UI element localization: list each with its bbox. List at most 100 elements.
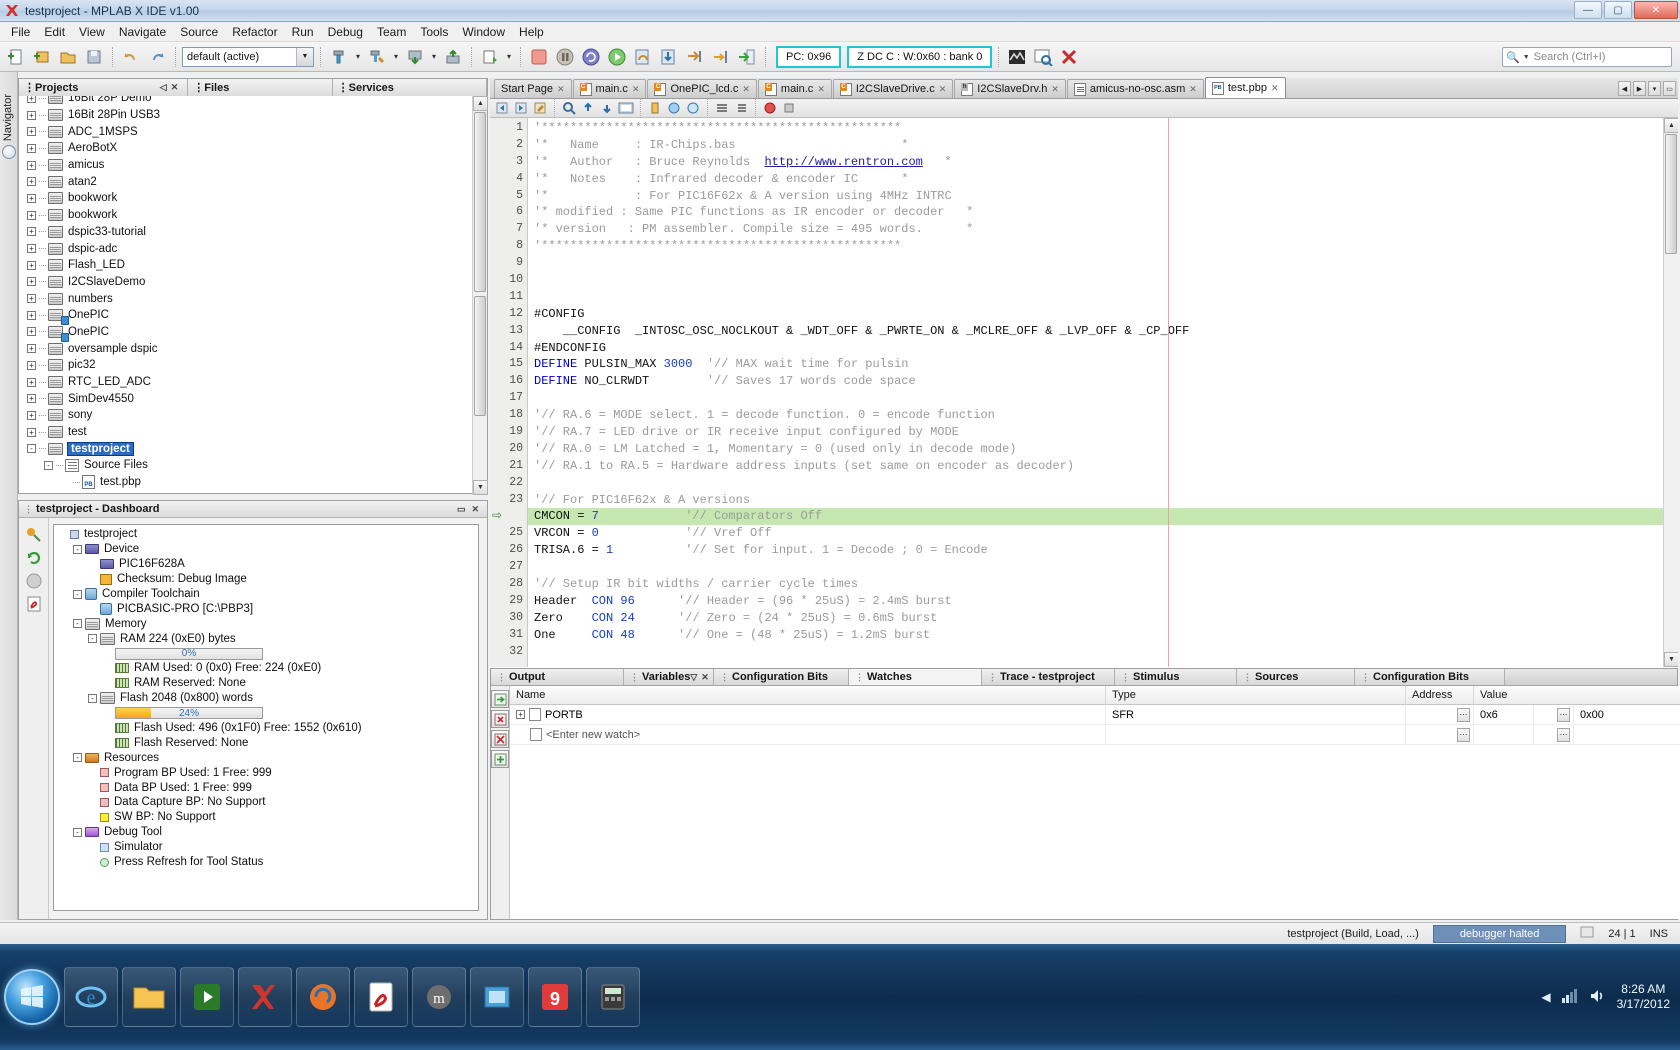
search-input[interactable]: 🔍 ▼ Search (Ctrl+I) — [1502, 47, 1672, 67]
close-tab-icon[interactable]: ✕ — [817, 84, 825, 95]
find-next-icon[interactable] — [598, 100, 616, 117]
tree-expander-icon[interactable]: - — [73, 619, 82, 628]
tree-expander-icon[interactable]: + — [27, 378, 36, 387]
line-number-gutter[interactable]: 1234567891011121314151617181920212223⇨25… — [490, 118, 528, 667]
tree-expander-icon[interactable]: - — [44, 461, 53, 470]
projects-scroll-thumb-2[interactable] — [474, 296, 486, 416]
tree-item[interactable]: +Flash_LED — [19, 257, 487, 274]
watch-address-cell[interactable] — [1474, 725, 1534, 745]
editor-tab-onepic-lcd-c[interactable]: OnePIC_lcd.c✕ — [647, 79, 756, 98]
close-tab-icon[interactable]: ✕ — [632, 84, 640, 95]
open-project-icon[interactable] — [56, 45, 80, 69]
code-line[interactable]: '// RA.1 to RA.5 = Hardware address inpu… — [528, 458, 1663, 475]
tree-expander-icon[interactable]: + — [27, 327, 36, 336]
ellipsis-icon[interactable]: ⋯ — [1457, 728, 1470, 742]
close-panel-icon[interactable]: ✕ — [471, 504, 479, 515]
tree-expander-icon[interactable]: + — [27, 127, 36, 136]
reset-icon[interactable] — [579, 45, 603, 69]
dashboard-tree-item[interactable]: PICBASIC-PRO [C:\PBP3] — [54, 601, 478, 616]
pause-icon[interactable] — [553, 45, 577, 69]
watch-address-ellipsis[interactable]: ⋯ — [1406, 705, 1474, 725]
code-line[interactable]: '* version : PM assembler. Compile size … — [528, 221, 1663, 238]
editor-scroll-thumb[interactable] — [1665, 134, 1677, 254]
menu-edit[interactable]: Edit — [37, 23, 72, 41]
code-line[interactable]: '// RA.0 = LM Latched = 1, Momentary = 0… — [528, 441, 1663, 458]
dashboard-tree-item[interactable]: testproject — [54, 527, 478, 542]
refresh-icon[interactable] — [24, 548, 44, 568]
insert-mode[interactable]: INS — [1650, 928, 1668, 940]
menu-view[interactable]: View — [72, 23, 112, 41]
tree-item[interactable]: +bookwork — [19, 207, 487, 224]
tree-item[interactable]: +OnePIC — [19, 324, 487, 341]
debug-dropdown-icon[interactable]: ▾ — [504, 52, 514, 61]
menu-source[interactable]: Source — [173, 23, 225, 41]
close-tab-icon[interactable]: ✕ — [1051, 84, 1059, 95]
dashboard-tree-item[interactable]: -Memory — [54, 616, 478, 631]
tree-item[interactable]: PBtest.pbp — [19, 474, 487, 491]
close-tab-icon[interactable]: ✕ — [557, 84, 565, 95]
read-device-icon[interactable] — [441, 45, 465, 69]
code-line[interactable]: Zero CON 24 '// Zero = (24 * 25uS) = 0.6… — [528, 610, 1663, 627]
start-orb[interactable] — [4, 969, 60, 1025]
code-line[interactable] — [528, 272, 1663, 289]
tree-item[interactable]: +dspic33-tutorial — [19, 224, 487, 241]
scroll-down-icon[interactable]: ▼ — [473, 480, 488, 495]
memory-view-icon[interactable] — [1005, 45, 1029, 69]
column-header-type[interactable]: Type — [1106, 686, 1406, 705]
tray-volume-icon[interactable] — [1589, 988, 1607, 1007]
editor-tab-amicus-no-osc-asm[interactable]: amicus-no-osc.asm✕ — [1067, 79, 1204, 98]
tree-expander-icon[interactable]: - — [88, 634, 97, 643]
panel-tab-services[interactable]: ⋮Services — [333, 79, 487, 96]
watch-name-cell[interactable]: <Enter new watch> — [510, 725, 1106, 745]
program-dropdown-icon[interactable]: ▾ — [429, 52, 439, 61]
taskbar-clock[interactable]: 8:26 AM 3/17/2012 — [1617, 982, 1670, 1012]
panel-tab-files[interactable]: ⋮Files — [188, 79, 332, 96]
dashboard-tree-item[interactable]: RAM Reserved: None — [54, 676, 478, 691]
tree-item[interactable]: +ADC_1MSPS — [19, 123, 487, 140]
dashboard-tree-item[interactable]: Simulator — [54, 840, 478, 855]
code-editor[interactable]: 1234567891011121314151617181920212223⇨25… — [490, 118, 1678, 667]
maximize-button[interactable]: ▢ — [1604, 1, 1632, 19]
bottom-tab-variables[interactable]: ⋮Variables▽✕ — [624, 669, 714, 685]
watch-value-ellipsis[interactable]: ⋯ — [1534, 725, 1574, 745]
editor-tab-i2cslavedrv-h[interactable]: I2CSlaveDrv.h✕ — [954, 79, 1066, 98]
acrobat-icon[interactable] — [354, 967, 408, 1027]
menu-tools[interactable]: Tools — [413, 23, 455, 41]
tree-item[interactable]: +SimDev4550 — [19, 390, 487, 407]
tree-expander-icon[interactable]: + — [27, 96, 36, 103]
tree-expander-icon[interactable]: + — [27, 144, 36, 153]
find-icon[interactable] — [560, 100, 578, 117]
watches-table[interactable]: NameTypeAddressValue +PORTBSFR⋯0x6⋯0x00⋯… — [510, 686, 1680, 919]
code-line[interactable] — [528, 559, 1663, 576]
close-panel-icon[interactable]: ✕ — [171, 82, 179, 93]
tree-item[interactable]: +I2CSlaveDemo — [19, 274, 487, 291]
watches-table-body[interactable]: +PORTBSFR⋯0x6⋯0x00⋯<Enter new watch>⋯⋯⋯ — [510, 705, 1680, 745]
add-watch-icon[interactable] — [491, 750, 509, 768]
projects-tree[interactable]: +16Bit 28P Demo+16Bit 28Pin USB3+ADC_1MS… — [19, 96, 487, 492]
dashboard-tree-item[interactable]: PIC16F628A — [54, 557, 478, 572]
menu-file[interactable]: File — [4, 23, 37, 41]
dashboard-tree-item[interactable]: 0% — [54, 646, 478, 661]
tree-expander-icon[interactable]: + — [27, 177, 36, 186]
dashboard-tree-item[interactable]: Data BP Used: 1 Free: 999 — [54, 780, 478, 795]
tray-expand-icon[interactable]: ◀ — [1541, 990, 1550, 1004]
tree-expander-icon[interactable]: - — [27, 444, 36, 453]
app-icon-2[interactable] — [470, 967, 524, 1027]
new-project-icon[interactable] — [30, 45, 54, 69]
tree-expander-icon[interactable]: - — [88, 694, 97, 703]
tree-item[interactable]: +atan2 — [19, 173, 487, 190]
dashboard-tree-item[interactable]: -Flash 2048 (0x800) words — [54, 691, 478, 706]
tree-expander-icon[interactable]: + — [27, 394, 36, 403]
tree-item[interactable]: +numbers — [19, 290, 487, 307]
dashboard-tree-item[interactable]: Flash Used: 496 (0x1F0) Free: 1552 (0x61… — [54, 721, 478, 736]
column-header-value[interactable]: Value — [1474, 686, 1680, 705]
build-project-icon[interactable] — [327, 45, 351, 69]
code-line[interactable]: '***************************************… — [528, 120, 1663, 137]
shift-right-icon[interactable] — [732, 100, 750, 117]
step-into-icon[interactable] — [657, 45, 681, 69]
tree-expander-icon[interactable]: + — [27, 111, 36, 120]
close-tab-icon[interactable]: ✕ — [1271, 83, 1279, 94]
back-navigation-icon[interactable] — [493, 100, 511, 117]
tree-item[interactable]: +sony — [19, 407, 487, 424]
start-macro-recording-icon[interactable] — [761, 100, 779, 117]
